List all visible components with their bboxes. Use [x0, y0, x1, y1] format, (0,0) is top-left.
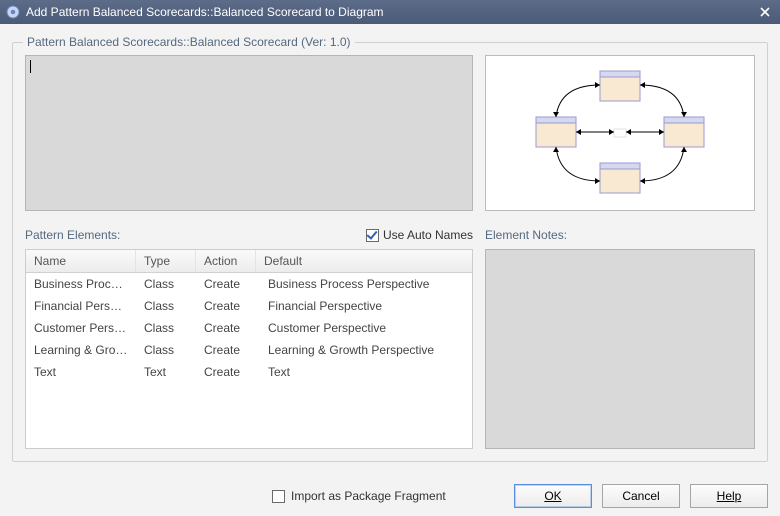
cell-name: Text: [26, 363, 136, 381]
pattern-group: Pattern Balanced Scorecards::Balanced Sc…: [12, 42, 768, 462]
cell-default: Financial Perspective: [256, 297, 472, 315]
cell-action: Create: [196, 275, 256, 293]
cell-default: Text: [256, 363, 472, 381]
text-caret: [30, 60, 31, 73]
table-row[interactable]: TextTextCreateText: [26, 361, 472, 383]
table-body: Business Process …ClassCreateBusiness Pr…: [26, 273, 472, 448]
cell-type: Class: [136, 341, 196, 359]
table-row[interactable]: Customer Perspec…ClassCreateCustomer Per…: [26, 317, 472, 339]
client-area: Pattern Balanced Scorecards::Balanced Sc…: [0, 24, 780, 516]
col-name[interactable]: Name: [26, 250, 136, 272]
titlebar: Add Pattern Balanced Scorecards::Balance…: [0, 0, 780, 24]
element-notes-header: Element Notes:: [485, 225, 755, 245]
table-header: Name Type Action Default: [26, 250, 472, 273]
close-icon: [760, 7, 770, 17]
cell-name: Financial Perspec…: [26, 297, 136, 315]
cell-action: Create: [196, 363, 256, 381]
element-notes-label: Element Notes:: [485, 228, 755, 242]
close-button[interactable]: [756, 3, 774, 21]
help-button[interactable]: Help: [690, 484, 768, 508]
pattern-elements-section: Pattern Elements: Use Auto Names Name Ty…: [25, 225, 473, 449]
table-row[interactable]: Learning & Growt…ClassCreateLearning & G…: [26, 339, 472, 361]
mid-row: Pattern Elements: Use Auto Names Name Ty…: [25, 225, 755, 449]
element-notes-section: Element Notes:: [485, 225, 755, 449]
footer: Import as Package Fragment OK Cancel Hel…: [12, 472, 768, 508]
cell-action: Create: [196, 319, 256, 337]
col-type[interactable]: Type: [136, 250, 196, 272]
col-action[interactable]: Action: [196, 250, 256, 272]
cancel-button[interactable]: Cancel: [602, 484, 680, 508]
cell-default: Business Process Perspective: [256, 275, 472, 293]
group-title: Pattern Balanced Scorecards::Balanced Sc…: [23, 35, 355, 49]
checkbox-icon: [272, 490, 285, 503]
table-row[interactable]: Financial Perspec…ClassCreateFinancial P…: [26, 295, 472, 317]
app-icon: [6, 5, 20, 19]
ok-button[interactable]: OK: [514, 484, 592, 508]
pattern-elements-header: Pattern Elements: Use Auto Names: [25, 225, 473, 245]
top-row: [25, 55, 755, 211]
element-notes-textarea[interactable]: [485, 249, 755, 449]
cell-action: Create: [196, 297, 256, 315]
use-auto-names-label: Use Auto Names: [383, 228, 473, 242]
use-auto-names-checkbox[interactable]: Use Auto Names: [366, 228, 473, 242]
pattern-elements-table[interactable]: Name Type Action Default Business Proces…: [25, 249, 473, 449]
cell-name: Customer Perspec…: [26, 319, 136, 337]
cell-type: Class: [136, 275, 196, 293]
table-row[interactable]: Business Process …ClassCreateBusiness Pr…: [26, 273, 472, 295]
checkbox-icon: [366, 229, 379, 242]
cell-default: Learning & Growth Perspective: [256, 341, 472, 359]
col-default[interactable]: Default: [256, 250, 472, 272]
description-textarea[interactable]: [25, 55, 473, 211]
pattern-preview: [485, 55, 755, 211]
import-fragment-checkbox[interactable]: Import as Package Fragment: [272, 489, 446, 503]
preview-diagram: [500, 63, 740, 203]
cell-name: Business Process …: [26, 275, 136, 293]
pattern-elements-label: Pattern Elements:: [25, 228, 366, 242]
cell-type: Class: [136, 297, 196, 315]
cell-type: Class: [136, 319, 196, 337]
cell-type: Text: [136, 363, 196, 381]
window-title: Add Pattern Balanced Scorecards::Balance…: [26, 5, 756, 19]
cell-action: Create: [196, 341, 256, 359]
import-fragment-label: Import as Package Fragment: [291, 489, 446, 503]
cell-default: Customer Perspective: [256, 319, 472, 337]
cell-name: Learning & Growt…: [26, 341, 136, 359]
